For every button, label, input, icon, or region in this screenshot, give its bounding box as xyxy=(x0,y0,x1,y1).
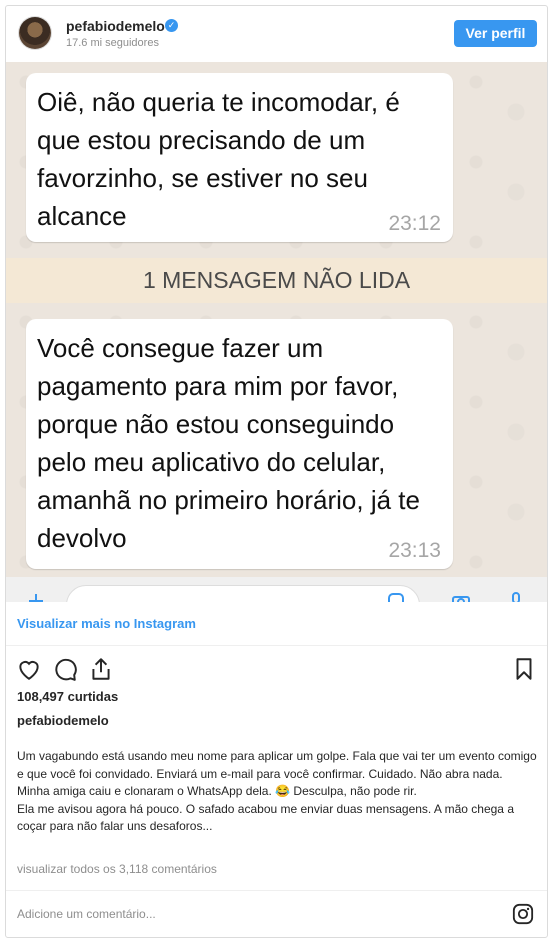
view-all-comments-link[interactable]: visualizar todos os 3,118 comentários xyxy=(17,862,217,876)
chat-message: Oiê, não queria te incomodar, é que esto… xyxy=(26,73,453,242)
chat-composer xyxy=(6,577,547,602)
chat-message-text: Você consegue fazer um pagamento para mi… xyxy=(37,333,420,553)
post-caption: Um vagabundo está usando meu nome para a… xyxy=(17,748,537,836)
view-profile-button[interactable]: Ver perfil xyxy=(454,20,537,47)
chat-input-field xyxy=(66,585,420,602)
bookmark-icon[interactable] xyxy=(511,656,537,682)
caption-paragraph: Ela me avisou agora há pouco. O safado a… xyxy=(17,801,514,834)
chat-message-text: Oiê, não queria te incomodar, é que esto… xyxy=(37,87,400,231)
share-icon[interactable] xyxy=(88,656,114,682)
post-header: pefabiodemelo ✓ 17.6 mi seguidores Ver p… xyxy=(6,6,547,62)
post-image[interactable]: Oiê, não queria te incomodar, é que esto… xyxy=(6,62,547,602)
username[interactable]: pefabiodemelo xyxy=(66,18,165,34)
post-actions xyxy=(6,646,547,688)
instagram-logo-icon[interactable] xyxy=(512,903,534,925)
view-more-on-instagram-row: Visualizar mais no Instagram xyxy=(6,602,547,646)
camera-icon xyxy=(452,596,470,602)
caption-author[interactable]: pefabiodemelo xyxy=(17,713,109,728)
sticker-icon xyxy=(388,593,404,602)
heart-icon[interactable] xyxy=(16,656,42,682)
chat-message-time: 23:12 xyxy=(388,212,441,235)
instagram-embed-card: pefabiodemelo ✓ 17.6 mi seguidores Ver p… xyxy=(5,5,548,938)
like-count[interactable]: 108,497 curtidas xyxy=(17,689,118,704)
caption-paragraph: Um vagabundo está usando meu nome para a… xyxy=(17,749,537,798)
view-more-link[interactable]: Visualizar mais no Instagram xyxy=(17,616,196,631)
comment-icon[interactable] xyxy=(52,656,78,682)
comment-input[interactable]: Adicione um comentário... xyxy=(17,907,156,921)
verified-badge-icon: ✓ xyxy=(165,19,178,32)
add-comment-bar: Adicione um comentário... xyxy=(6,890,547,937)
plus-icon xyxy=(29,594,43,602)
chat-message-time: 23:13 xyxy=(388,539,441,562)
avatar[interactable] xyxy=(19,17,51,49)
unread-messages-banner: 1 MENSAGEM NÃO LIDA xyxy=(6,258,547,303)
follower-count: 17.6 mi seguidores xyxy=(66,37,159,49)
chat-message: Você consegue fazer um pagamento para mi… xyxy=(26,319,453,569)
microphone-icon xyxy=(512,592,520,602)
